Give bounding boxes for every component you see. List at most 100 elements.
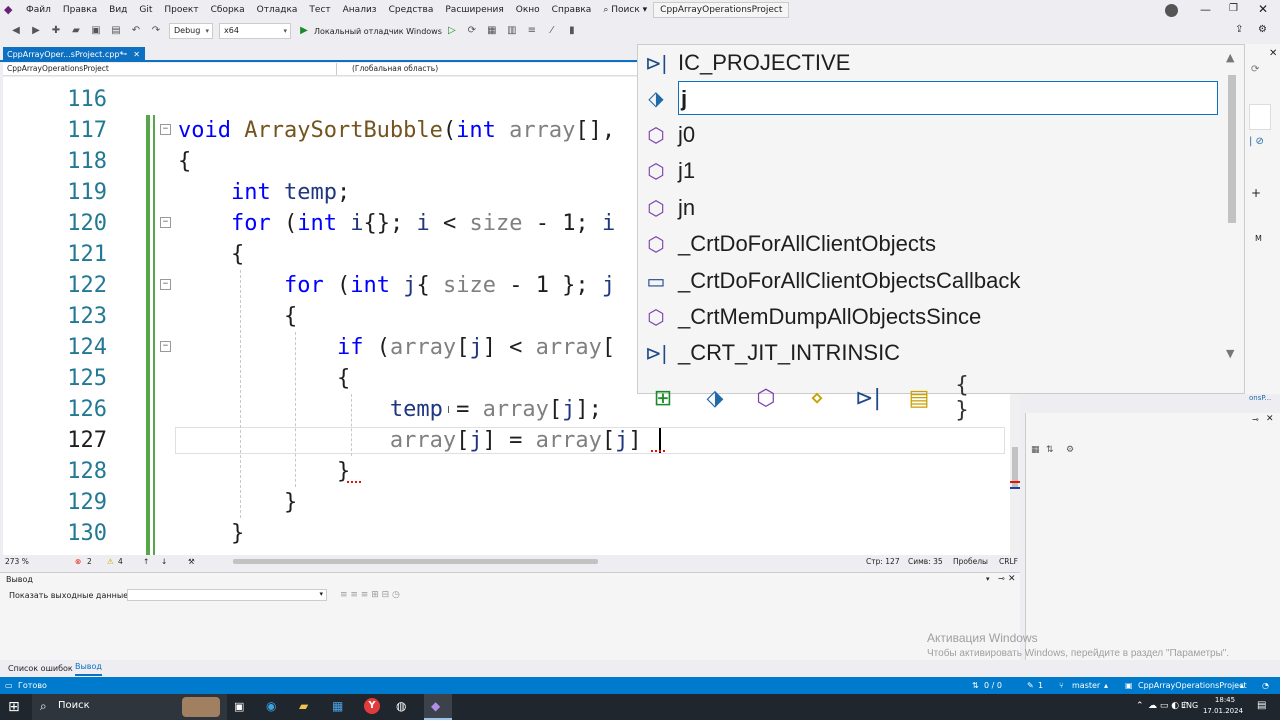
warning-count-icon[interactable]: ⚠: [107, 555, 114, 568]
snippet-filter-icon[interactable]: { }: [955, 373, 985, 423]
status-project-name[interactable]: CppArrayOperationsProject: [1138, 677, 1247, 694]
hot-reload-icon[interactable]: ⟳: [465, 24, 479, 38]
menu-tools[interactable]: Средства: [383, 0, 440, 20]
tab-close-icon[interactable]: ✕: [133, 47, 140, 62]
properties-wrench-icon[interactable]: ⚙: [1066, 445, 1074, 455]
taskbar-search-box[interactable]: ⌕ Поиск: [32, 694, 227, 720]
menu-view[interactable]: Вид: [103, 0, 133, 20]
variable-filter-icon[interactable]: ⬗: [700, 383, 730, 413]
expand-icon[interactable]: ⊞: [648, 383, 678, 413]
file-explorer-icon[interactable]: ▰: [299, 699, 308, 713]
scroll-up-icon[interactable]: ▲: [1226, 51, 1234, 64]
output-source-select[interactable]: ▾: [127, 589, 327, 601]
minimize-icon[interactable]: —: [1200, 3, 1211, 16]
save-all-icon[interactable]: ▤: [109, 24, 123, 38]
tab-output[interactable]: Вывод: [75, 660, 102, 676]
tab-error-list[interactable]: Список ошибок: [8, 660, 73, 677]
completion-item[interactable]: ⬡ j0: [638, 117, 1228, 153]
layout-icon[interactable]: ▥: [505, 24, 519, 38]
side-panel-icon[interactable]: | ⊘: [1249, 136, 1264, 147]
completion-item[interactable]: ▭ _CrtDoForAllClientObjectsCallback: [638, 263, 1228, 299]
start-debug-icon[interactable]: ▶: [297, 24, 311, 38]
project-navigator-select[interactable]: CppArrayOperationsProject: [3, 63, 337, 75]
pin-icon[interactable]: ⊸: [1252, 415, 1259, 424]
pin-icon[interactable]: ⊸: [121, 47, 127, 62]
error-count-icon[interactable]: ⊗: [75, 555, 81, 568]
completion-item[interactable]: ⊳| _CRT_JIT_INTRINSIC: [638, 335, 1228, 371]
menu-analyze[interactable]: Анализ: [337, 0, 383, 20]
line-ending-indicator[interactable]: CRLF: [999, 555, 1018, 568]
macro-filter-icon[interactable]: ⊳|: [853, 383, 883, 413]
format-icon[interactable]: ≡: [525, 24, 539, 38]
clock-date[interactable]: 17.01.2024: [1201, 707, 1245, 715]
menu-debug[interactable]: Отладка: [251, 0, 304, 20]
side-panel-preview[interactable]: [1249, 104, 1271, 130]
yandex-browser-icon[interactable]: Y: [364, 698, 380, 714]
close-icon[interactable]: ✕: [1258, 2, 1268, 16]
menu-git[interactable]: Git: [133, 0, 158, 20]
fold-toggle-icon[interactable]: −: [160, 341, 171, 352]
changes-count[interactable]: 1: [1038, 677, 1043, 694]
share-icon[interactable]: ⇪: [1235, 24, 1243, 35]
add-icon[interactable]: +: [1251, 186, 1261, 200]
whitespace-indicator[interactable]: Пробелы: [953, 555, 988, 568]
next-issue-icon[interactable]: ↓: [161, 555, 167, 568]
platform-select[interactable]: x64 ▾: [219, 23, 291, 39]
store-icon[interactable]: ▦: [332, 699, 343, 713]
close-icon[interactable]: ✕: [1269, 48, 1277, 59]
document-tab[interactable]: CppArrayOper...sProject.cpp* ⊸ ✕: [3, 47, 145, 62]
fold-toggle-icon[interactable]: −: [160, 279, 171, 290]
output-toolbar-icons[interactable]: ≡ ≡ ≡ ⊞ ⊟ ◷: [340, 590, 400, 600]
fold-toggle-icon[interactable]: −: [160, 217, 171, 228]
pin-icon[interactable]: ⊸: [998, 574, 1005, 583]
menu-project[interactable]: Проект: [158, 0, 204, 20]
close-icon[interactable]: ✕: [1266, 414, 1274, 424]
edge-icon[interactable]: ◉: [266, 699, 276, 713]
completion-scrollbar-thumb[interactable]: [1228, 75, 1236, 223]
zoom-level[interactable]: 273 %: [5, 555, 29, 568]
refresh-icon[interactable]: ⟳: [1251, 64, 1259, 75]
completion-item[interactable]: ⊳| IC_PROJECTIVE: [638, 45, 1228, 81]
notifications-icon[interactable]: ▤: [1257, 700, 1266, 711]
menu-test[interactable]: Тест: [303, 0, 336, 20]
scope-navigator-select[interactable]: (Глобальная область): [348, 63, 638, 75]
sync-count[interactable]: 0 / 0: [984, 677, 1002, 694]
maximize-icon[interactable]: ❐: [1229, 3, 1238, 14]
task-view-icon[interactable]: ▣: [234, 700, 244, 713]
start-without-debug-icon[interactable]: ▷: [445, 24, 459, 38]
fold-toggle-icon[interactable]: −: [160, 124, 171, 135]
completion-item[interactable]: ⬡ jn: [638, 190, 1228, 226]
menu-help[interactable]: Справка: [546, 0, 598, 20]
toolbox-icon[interactable]: ▦: [485, 24, 499, 38]
menu-window[interactable]: Окно: [510, 0, 546, 20]
notification-icon[interactable]: ◔: [1262, 677, 1269, 694]
configuration-select[interactable]: Debug ▾: [169, 23, 213, 39]
obs-icon[interactable]: ◍: [396, 699, 406, 713]
back-icon[interactable]: ◀: [9, 24, 23, 38]
type-filter-icon[interactable]: ▤: [904, 383, 934, 413]
close-icon[interactable]: ✕: [1008, 574, 1016, 584]
sort-alpha-icon[interactable]: ⇅: [1046, 445, 1054, 455]
horizontal-scrollbar-thumb[interactable]: [233, 559, 598, 564]
redo-icon[interactable]: ↷: [149, 24, 163, 38]
clock-time[interactable]: 18:45: [1210, 696, 1240, 704]
save-icon[interactable]: ▣: [89, 24, 103, 38]
menu-edit[interactable]: Правка: [57, 0, 103, 20]
previous-issue-icon[interactable]: ↑: [143, 555, 149, 568]
dropdown-icon[interactable]: ▾: [986, 575, 990, 583]
visual-studio-taskbar-icon[interactable]: ◆: [424, 694, 452, 720]
code-cleanup-icon[interactable]: ⚒: [188, 555, 195, 568]
menu-extensions[interactable]: Расширения: [439, 0, 509, 20]
tray-chevron-icon[interactable]: ⌃: [1136, 701, 1144, 711]
windows-start-icon[interactable]: ⊞: [8, 699, 20, 715]
open-folder-icon[interactable]: ▰: [69, 24, 83, 38]
categorized-icon[interactable]: ▦: [1031, 445, 1040, 455]
settings-icon[interactable]: ⚙: [1258, 24, 1267, 35]
debugger-label[interactable]: Локальный отладчик Windows: [314, 27, 442, 36]
forward-icon[interactable]: ▶: [29, 24, 43, 38]
account-avatar[interactable]: [1165, 4, 1178, 17]
undo-icon[interactable]: ↶: [129, 24, 143, 38]
language-indicator[interactable]: ENG: [1181, 701, 1198, 710]
scroll-down-icon[interactable]: ▼: [1226, 347, 1234, 360]
function-filter-icon[interactable]: ⬡: [751, 383, 781, 413]
